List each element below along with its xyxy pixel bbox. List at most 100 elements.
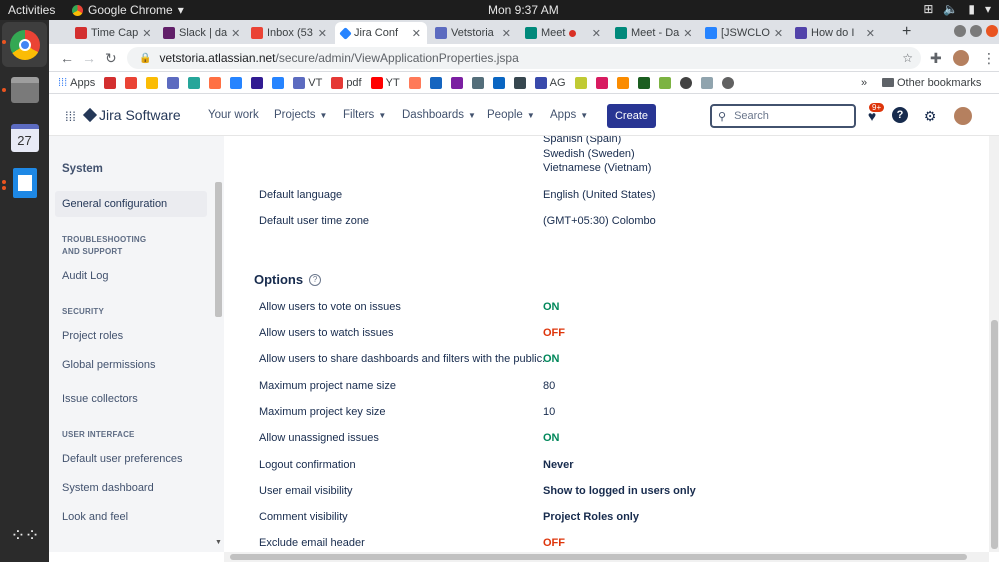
bookmark-icon-17[interactable]	[595, 76, 608, 89]
minimize-button[interactable]	[954, 25, 966, 37]
close-window-button[interactable]	[986, 25, 998, 37]
bookmark-icon-10[interactable]	[408, 76, 421, 89]
bookmark-label: YT	[385, 76, 400, 89]
sidebar-item-default-user-preferences[interactable]: Default user preferences	[62, 453, 182, 465]
nav-apps[interactable]: Apps ▼	[550, 109, 588, 121]
url-field[interactable]: 🔒 vetstoria.atlassian.net /secure/admin/…	[127, 47, 921, 69]
sidebar-item-audit-log[interactable]: Audit Log	[62, 270, 108, 282]
sidebar-system-heading: System	[62, 163, 103, 175]
bookmark-pdf[interactable]: pdf	[331, 76, 362, 89]
help-icon[interactable]: ?	[892, 107, 908, 123]
dock-calendar[interactable]: 27	[7, 120, 42, 155]
sidebar-item-global-permissions[interactable]: Global permissions	[62, 359, 156, 371]
user-avatar[interactable]	[954, 107, 972, 125]
bookmark-icon-14[interactable]	[492, 76, 505, 89]
bookmark-icon-15[interactable]	[513, 76, 526, 89]
bookmark-icon-6[interactable]	[209, 76, 222, 89]
bookmark-icon-20[interactable]	[658, 76, 671, 89]
tab-3[interactable]: Jira Conf ✕	[335, 22, 427, 44]
other-bookmarks[interactable]: Other bookmarks	[882, 77, 981, 89]
star-icon[interactable]: ☆	[902, 51, 913, 65]
page-horizontal-scrollbar[interactable]	[224, 552, 989, 562]
dock-files[interactable]	[7, 72, 42, 107]
bookmark-icon-18[interactable]	[616, 76, 629, 89]
chevron-right-icon[interactable]: »	[861, 77, 867, 89]
bookmark-vt[interactable]: VT	[293, 76, 322, 89]
nav-filters[interactable]: Filters ▼	[343, 109, 386, 121]
close-icon[interactable]: ✕	[502, 27, 511, 40]
bookmark-icon-12[interactable]	[450, 76, 463, 89]
bookmark-apps[interactable]: ⁞⁞⁞ Apps	[58, 77, 95, 89]
sidebar-item-issue-collectors[interactable]: Issue collectors	[62, 393, 138, 405]
bookmark-icon-16[interactable]	[574, 76, 587, 89]
activities-button[interactable]: Activities	[8, 3, 55, 17]
tab-2[interactable]: Inbox (53 ✕	[245, 22, 333, 44]
nav-dashboards[interactable]: Dashboards ▼	[402, 109, 476, 121]
new-tab-button[interactable]: +	[902, 23, 911, 41]
tab-favicon	[795, 27, 807, 39]
clock[interactable]: Mon 9:37 AM	[488, 3, 559, 17]
close-icon[interactable]: ✕	[412, 27, 421, 40]
maximize-button[interactable]	[970, 25, 982, 37]
bookmark-icon-22[interactable]	[700, 76, 713, 89]
system-tray[interactable]: ⊞ 🔈 ▮ ▾	[923, 2, 991, 16]
tab-5[interactable]: Meet ✕	[519, 22, 607, 44]
page-vertical-scrollbar[interactable]	[989, 136, 999, 552]
bookmark-icon-8[interactable]	[251, 76, 264, 89]
nav-projects[interactable]: Projects ▼	[274, 109, 327, 121]
forward-button[interactable]: →	[82, 50, 96, 66]
bookmark-icon-13[interactable]	[471, 76, 484, 89]
extensions-icon[interactable]: ✚	[930, 50, 942, 67]
bookmark-icon-3[interactable]	[146, 76, 159, 89]
sidebar-item-project-roles[interactable]: Project roles	[62, 330, 123, 342]
dock-writer[interactable]	[7, 165, 42, 200]
help-question-icon[interactable]: ?	[309, 273, 322, 286]
bookmark-icon-5[interactable]	[188, 76, 201, 89]
app-switcher-icon[interactable]: ⁞⁞⁞	[65, 109, 76, 124]
menu-icon[interactable]: ⋮	[982, 50, 996, 67]
back-button[interactable]: ←	[60, 50, 74, 66]
bookmark-icon-7[interactable]	[230, 76, 243, 89]
reload-button[interactable]: ↻	[105, 50, 117, 67]
tab-6[interactable]: Meet - Da ✕	[609, 22, 697, 44]
sidebar-scrollbar[interactable]	[215, 182, 222, 317]
tab-8[interactable]: How do I ✕	[789, 22, 881, 44]
bookmark-icon-1[interactable]	[104, 76, 117, 89]
close-icon[interactable]: ✕	[592, 27, 601, 40]
create-button[interactable]: Create	[607, 104, 656, 128]
profile-avatar[interactable]	[953, 50, 969, 66]
tab-0[interactable]: Time Cap ✕	[69, 22, 157, 44]
jira-logo[interactable]: Jira Software	[82, 107, 181, 123]
scrollbar-thumb[interactable]	[230, 554, 967, 560]
tab-1[interactable]: Slack | da ✕	[157, 22, 245, 44]
bookmark-icon-4[interactable]	[167, 76, 180, 89]
scrollbar-thumb[interactable]	[991, 320, 998, 549]
search-input[interactable]: ⚲ Search	[710, 104, 856, 128]
bookmark-yt[interactable]: YT	[370, 76, 400, 89]
close-icon[interactable]: ✕	[866, 27, 875, 40]
app-menu[interactable]: Google Chrome ▾	[72, 3, 184, 17]
sidebar-item-look-and-feel[interactable]: Look and feel	[62, 511, 128, 523]
bookmark-icon-9[interactable]	[272, 76, 285, 89]
scroll-down-icon[interactable]: ▼	[215, 539, 222, 546]
bookmark-icon-11[interactable]	[429, 76, 442, 89]
sidebar-item-general-configuration[interactable]: General configuration	[62, 198, 167, 210]
bookmark-ag[interactable]: AG	[534, 76, 566, 89]
nav-people[interactable]: People ▼	[487, 109, 535, 121]
close-icon[interactable]: ✕	[683, 27, 692, 40]
tab-7[interactable]: [JSWCLO ✕	[699, 22, 787, 44]
close-icon[interactable]: ✕	[142, 27, 151, 40]
settings-gear-icon[interactable]: ⚙	[921, 107, 939, 125]
show-applications-button[interactable]: ⁘⁘	[7, 517, 42, 552]
bookmark-icon-23[interactable]	[721, 76, 734, 89]
bookmark-icon-21[interactable]	[679, 76, 692, 89]
close-icon[interactable]: ✕	[231, 27, 240, 40]
bookmark-icon-2[interactable]	[125, 76, 138, 89]
tab-4[interactable]: Vetstoria ✕	[429, 22, 517, 44]
close-icon[interactable]: ✕	[774, 27, 783, 40]
dock-chrome[interactable]	[2, 22, 47, 67]
bookmark-icon-19[interactable]	[637, 76, 650, 89]
sidebar-item-system-dashboard[interactable]: System dashboard	[62, 482, 154, 494]
close-icon[interactable]: ✕	[318, 27, 327, 40]
nav-your-work[interactable]: Your work	[208, 109, 259, 121]
